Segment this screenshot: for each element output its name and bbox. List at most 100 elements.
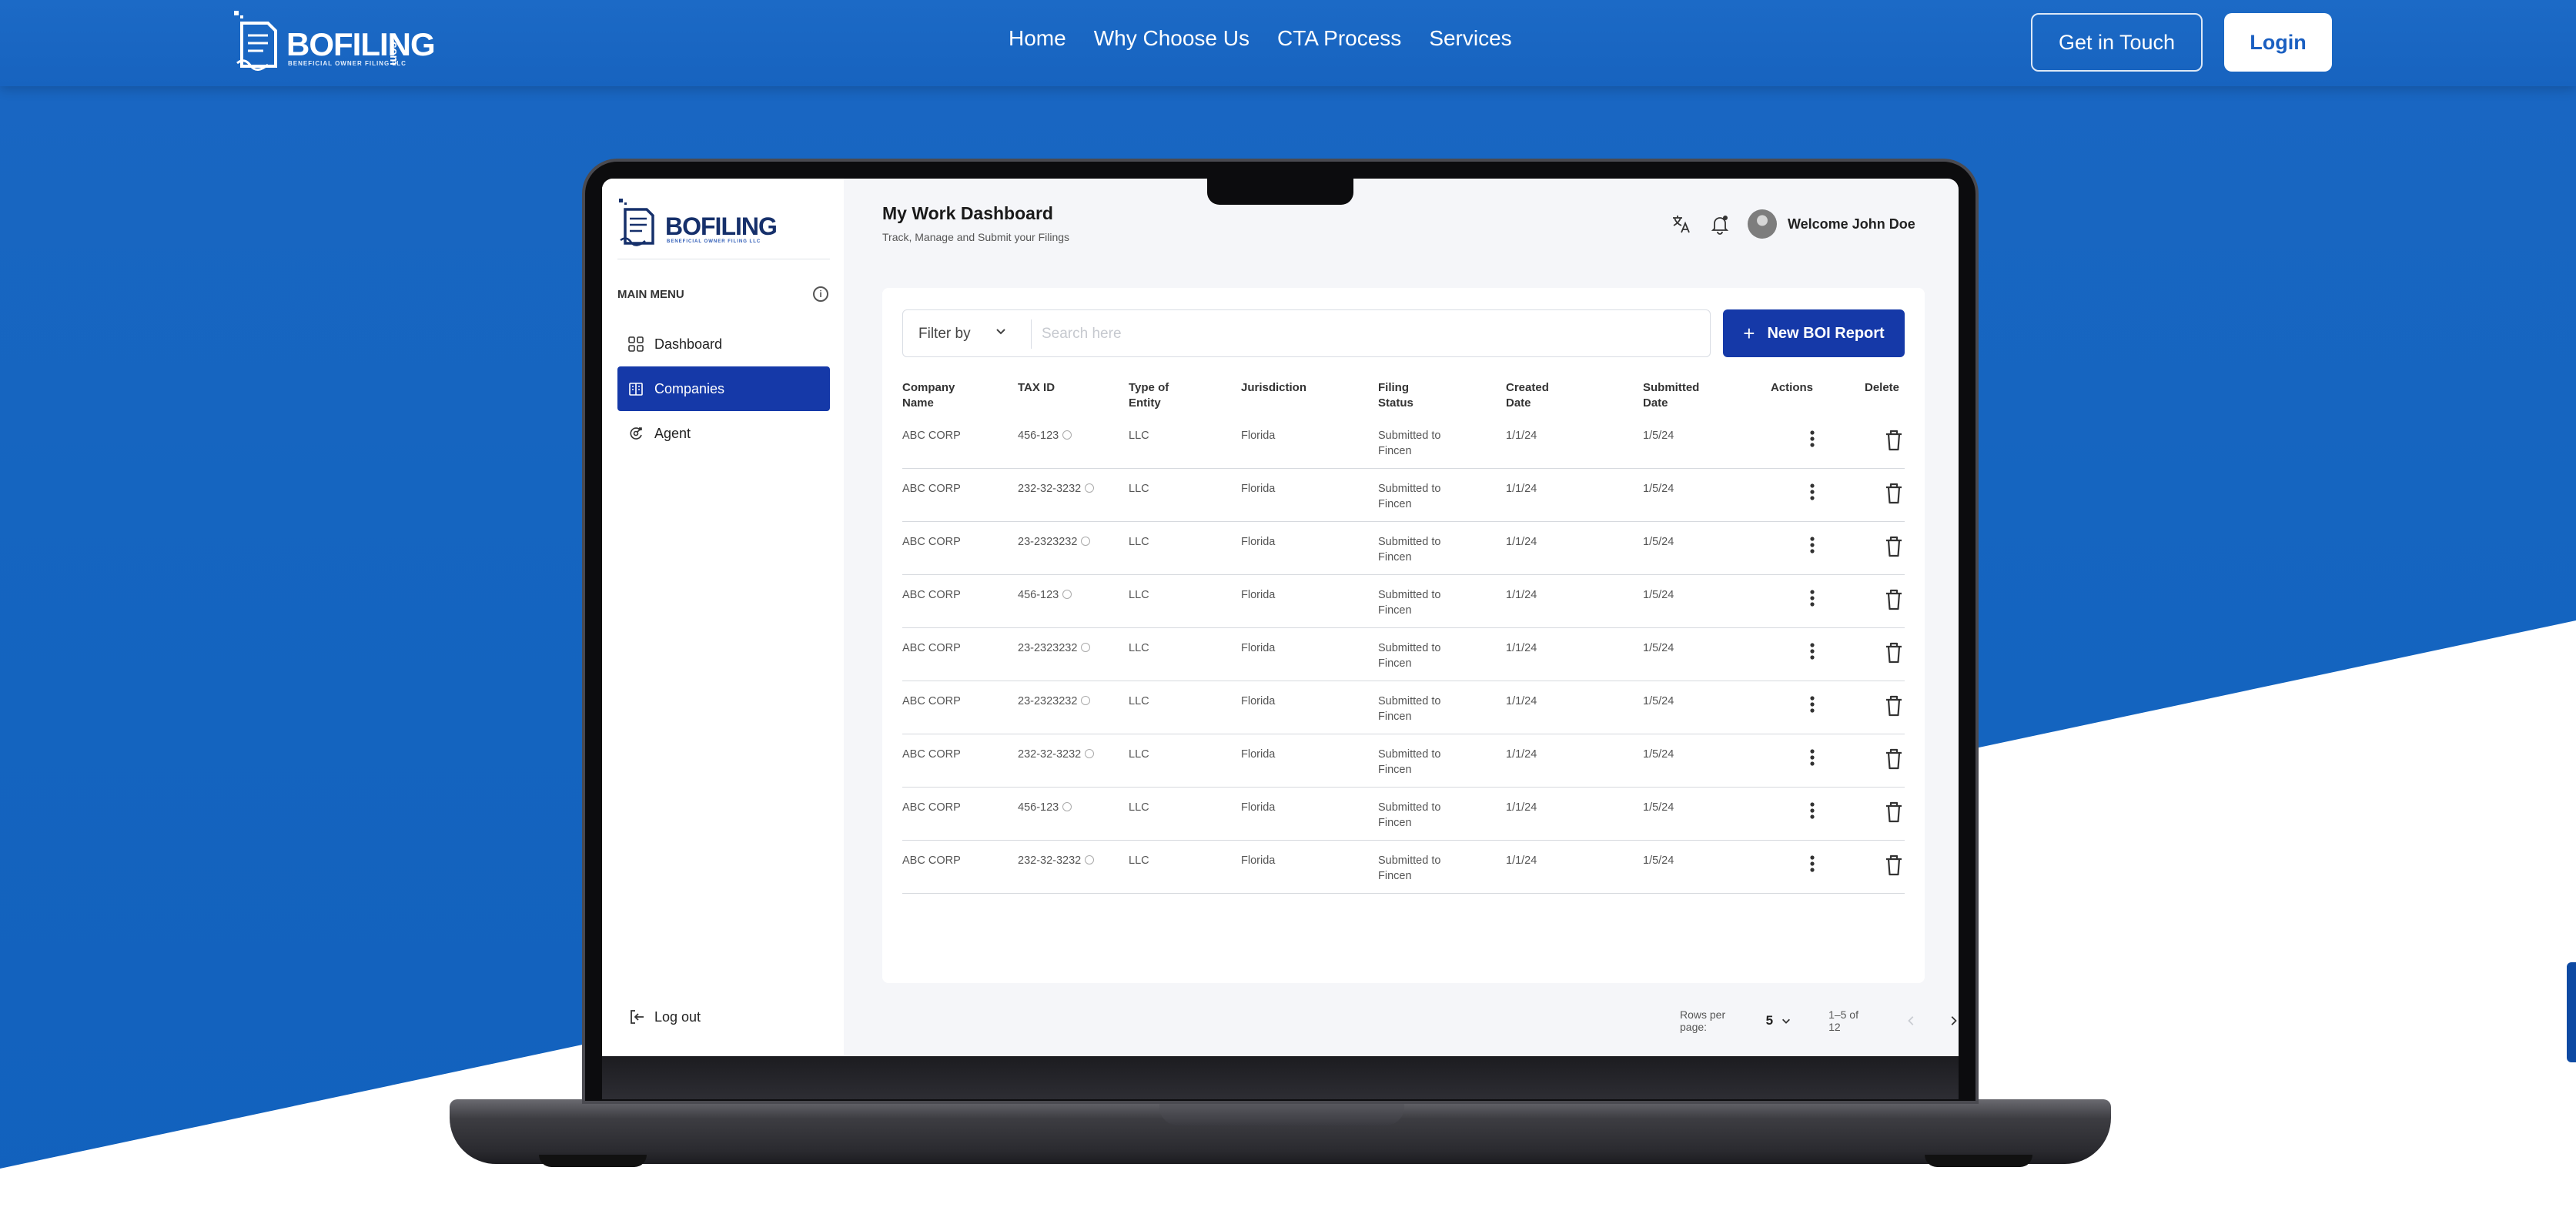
more-actions-icon[interactable] <box>1805 534 1820 557</box>
col-type-of-entity[interactable]: Type of Entity <box>1129 380 1221 411</box>
info-icon[interactable] <box>1081 643 1091 652</box>
table-row[interactable]: ABC CORP 232-32-3232 LLC Florida Submitted t… <box>902 734 1905 788</box>
sidebar-item-agent[interactable]: Agent <box>617 411 830 456</box>
trash-icon[interactable] <box>1883 481 1905 506</box>
table-row[interactable]: ABC CORP 232-32-3232 LLC Florida Submitted t… <box>902 841 1905 894</box>
cell-filing-status: Submitted to Fincen <box>1378 640 1463 671</box>
cell-created-date-text: 1/1/24 <box>1506 748 1537 761</box>
more-actions-icon[interactable] <box>1805 587 1820 610</box>
more-actions-icon[interactable] <box>1805 853 1820 876</box>
col-delete: Delete <box>1865 381 1900 394</box>
app-logo[interactable]: BOFILING BENEFICIAL OWNER FILING LLC <box>617 199 833 248</box>
cell-tax-id-text: 23-2323232 <box>1018 536 1078 548</box>
info-icon[interactable] <box>1062 802 1072 811</box>
cell-created-date: 1/1/24 <box>1506 534 1537 550</box>
sidebar-item-companies[interactable]: Companies <box>617 366 830 411</box>
cell-entity-text: LLC <box>1129 854 1149 867</box>
cell-tax-id: 232-32-3232 <box>1018 747 1095 762</box>
cell-created-date-text: 1/1/24 <box>1506 801 1537 814</box>
sidebar-item-dashboard[interactable]: Dashboard <box>617 322 830 366</box>
chevron-down-icon[interactable] <box>1781 1015 1791 1027</box>
logout-button[interactable]: Log out <box>628 1008 701 1025</box>
col-jurisdiction[interactable]: Jurisdiction <box>1241 380 1333 396</box>
filter-dropdown[interactable]: Filter by <box>918 326 971 343</box>
search-input[interactable] <box>1042 319 1696 349</box>
avatar[interactable] <box>1748 209 1777 239</box>
col-tax-id[interactable]: TAX ID <box>1018 380 1110 396</box>
login-button[interactable]: Login <box>2224 13 2332 72</box>
more-actions-icon[interactable] <box>1805 747 1820 770</box>
pagination: Rows per page: 5 1–5 of 12 <box>1680 1008 1959 1033</box>
main-menu-title: MAIN MENU <box>617 288 684 301</box>
col-actions: Actions <box>1771 381 1814 394</box>
trash-icon[interactable] <box>1883 747 1905 771</box>
nav-why-choose-us[interactable]: Why Choose Us <box>1094 26 1250 51</box>
cell-filing-status-text: Submitted to Fincen <box>1378 854 1441 882</box>
info-icon[interactable] <box>1085 483 1095 493</box>
info-icon[interactable] <box>1081 696 1091 705</box>
cell-company: ABC CORP <box>902 640 961 656</box>
get-in-touch-button[interactable]: Get in Touch <box>2031 13 2203 72</box>
cell-tax-id: 23-2323232 <box>1018 694 1091 709</box>
cell-filing-status: Submitted to Fincen <box>1378 587 1463 618</box>
translate-icon[interactable] <box>1671 213 1692 235</box>
table-row[interactable]: ABC CORP 456-123 LLC Florida Submitted to Fi… <box>902 575 1905 628</box>
more-actions-icon[interactable] <box>1805 694 1820 717</box>
col-filing-status[interactable]: Filing Status <box>1378 380 1470 411</box>
cell-entity: LLC <box>1129 800 1149 815</box>
cell-filing-status-text: Submitted to Fincen <box>1378 589 1441 617</box>
col-company-name[interactable]: Company Name <box>902 380 995 411</box>
more-actions-icon[interactable] <box>1805 800 1820 823</box>
cell-entity: LLC <box>1129 534 1149 550</box>
logout-label: Log out <box>654 1008 701 1025</box>
info-icon[interactable] <box>1062 430 1072 440</box>
table-row[interactable]: ABC CORP 23-2323232 LLC Florida Submitted to… <box>902 522 1905 575</box>
table-row[interactable]: ABC CORP 232-32-3232 LLC Florida Submitted t… <box>902 469 1905 522</box>
cell-entity-text: LLC <box>1129 430 1149 442</box>
table-row[interactable]: ABC CORP 23-2323232 LLC Florida Submitted to… <box>902 681 1905 734</box>
info-icon[interactable]: i <box>813 286 828 302</box>
document-logo-icon <box>619 199 654 246</box>
bell-icon[interactable] <box>1709 213 1731 235</box>
trash-icon[interactable] <box>1883 853 1905 878</box>
trash-icon[interactable] <box>1883 694 1905 718</box>
trash-icon[interactable] <box>1883 800 1905 824</box>
info-icon[interactable] <box>1085 749 1095 758</box>
chevron-right-icon[interactable] <box>1948 1014 1959 1028</box>
cell-tax-id-text: 232-32-3232 <box>1018 748 1082 761</box>
table-row[interactable]: ABC CORP 23-2323232 LLC Florida Submitted to… <box>902 628 1905 681</box>
nav-services[interactable]: Services <box>1429 26 1511 51</box>
cell-jurisdiction-text: Florida <box>1241 536 1276 548</box>
cell-company: ABC CORP <box>902 587 961 603</box>
chevron-left-icon[interactable] <box>1906 1014 1917 1028</box>
trash-icon[interactable] <box>1883 640 1905 665</box>
more-actions-icon[interactable] <box>1805 428 1820 451</box>
trash-icon[interactable] <box>1883 587 1905 612</box>
col-created-date[interactable]: Created Date <box>1506 380 1598 411</box>
rows-per-page-label: Rows per page: <box>1680 1008 1726 1033</box>
table-row[interactable]: ABC CORP 456-123 LLC Florida Submitted to Fi… <box>902 416 1905 469</box>
info-icon[interactable] <box>1062 590 1072 599</box>
cell-filing-status-text: Submitted to Fincen <box>1378 536 1441 564</box>
cell-entity: LLC <box>1129 481 1149 497</box>
cell-company-text: ABC CORP <box>902 854 961 867</box>
more-actions-icon[interactable] <box>1805 640 1820 664</box>
cell-entity: LLC <box>1129 747 1149 762</box>
nav-cta-process[interactable]: CTA Process <box>1277 26 1401 51</box>
col-submitted-date[interactable]: Submitted Date <box>1643 380 1735 411</box>
trash-icon[interactable] <box>1883 534 1905 559</box>
table-row[interactable]: ABC CORP 456-123 LLC Florida Submitted to Fi… <box>902 788 1905 841</box>
info-icon[interactable] <box>1081 537 1091 546</box>
info-icon[interactable] <box>1085 855 1095 864</box>
site-logo[interactable]: BOFILING BENEFICIAL OWNER FILING LLC .co… <box>231 9 436 75</box>
side-feedback-tab[interactable] <box>2567 962 2576 1062</box>
more-actions-icon[interactable] <box>1805 481 1820 504</box>
cell-submitted-date: 1/5/24 <box>1643 694 1674 709</box>
trash-icon[interactable] <box>1883 428 1905 453</box>
new-boi-report-button[interactable]: + New BOI Report <box>1723 309 1905 357</box>
laptop-screen: BOFILING BENEFICIAL OWNER FILING LLC MAI… <box>602 179 1959 1056</box>
nav-home[interactable]: Home <box>1009 26 1066 51</box>
rows-per-page-select[interactable]: 5 <box>1766 1013 1773 1028</box>
chevron-down-icon[interactable] <box>994 324 1008 338</box>
cell-created-date-text: 1/1/24 <box>1506 589 1537 601</box>
